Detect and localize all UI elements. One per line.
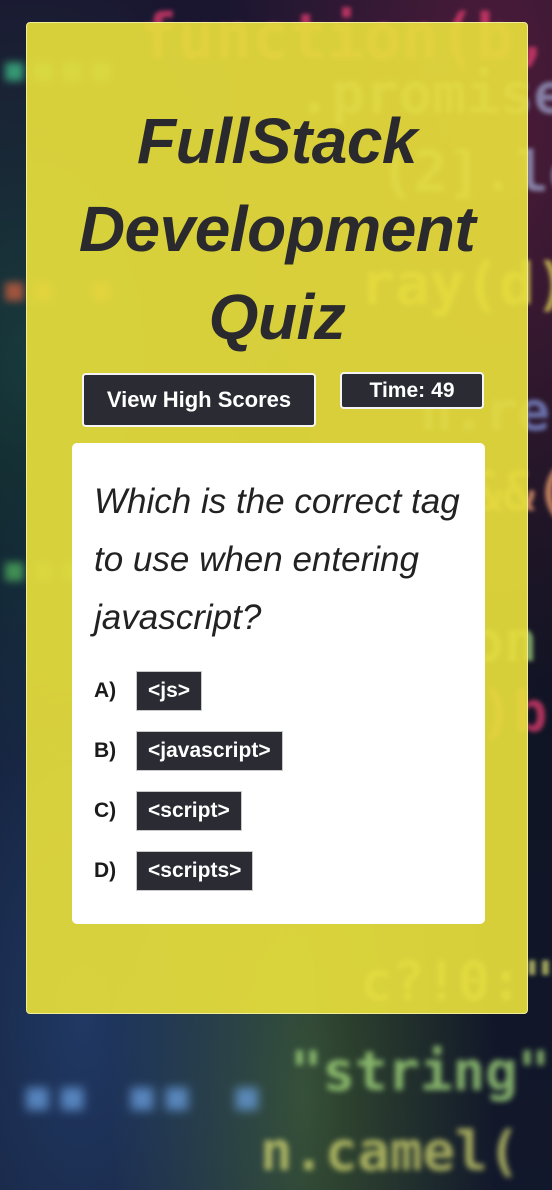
answer-letter: D)	[94, 859, 117, 882]
answer-option-b: B) <javascript>	[94, 731, 463, 771]
answer-option-c: C) <script>	[94, 791, 463, 831]
question-card: Which is the correct tag to use when ent…	[72, 443, 485, 924]
quiz-title-line-3: Quiz	[208, 281, 346, 353]
answer-letter: A)	[94, 679, 117, 702]
timer-value: 49	[431, 378, 455, 402]
answer-button-c[interactable]: <script>	[136, 791, 242, 831]
question-text: Which is the correct tag to use when ent…	[94, 482, 460, 637]
quiz-panel: FullStack Development Quiz View High Sco…	[26, 22, 528, 1014]
answer-button-a[interactable]: <js>	[136, 671, 203, 711]
answer-option-a: A) <js>	[94, 671, 463, 711]
answer-list: A) <js> B) <javascript> C) <script> D) <…	[94, 671, 463, 891]
timer-display: Time: 49	[340, 372, 484, 409]
quiz-title-line-1: FullStack	[136, 105, 418, 177]
quiz-title-line-2: Development	[78, 193, 476, 265]
answer-button-b[interactable]: <javascript>	[136, 731, 283, 771]
timer-label: Time:	[369, 378, 426, 402]
answer-letter: C)	[94, 799, 117, 822]
answer-option-d: D) <scripts>	[94, 851, 463, 891]
answer-letter: B)	[94, 739, 117, 762]
view-high-scores-button[interactable]: View High Scores	[82, 373, 316, 427]
answer-button-d[interactable]: <scripts>	[136, 851, 254, 891]
quiz-title: FullStack Development Quiz	[27, 97, 527, 361]
